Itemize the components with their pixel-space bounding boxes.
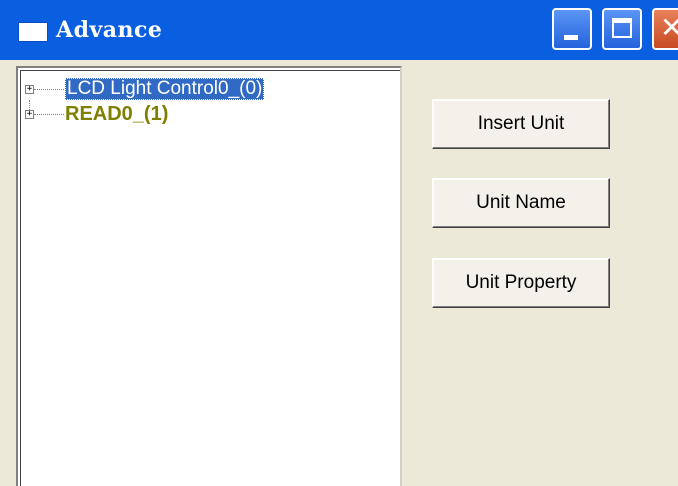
tree-connector xyxy=(34,114,64,115)
minimize-icon xyxy=(564,35,578,40)
tree-view-client: + LCD Light Control0_(0) + READ0_(1) xyxy=(20,70,400,486)
insert-unit-button[interactable]: Insert Unit xyxy=(432,99,610,149)
unit-name-button[interactable]: Unit Name xyxy=(432,178,610,228)
maximize-icon xyxy=(612,18,632,38)
expand-icon[interactable]: + xyxy=(25,110,34,119)
unit-tree-view[interactable]: + LCD Light Control0_(0) + READ0_(1) xyxy=(16,66,402,486)
expand-icon[interactable]: + xyxy=(25,85,34,94)
title-bar: Advance ✕ xyxy=(0,0,678,60)
window-title: Advance xyxy=(56,17,163,43)
minimize-button[interactable] xyxy=(552,8,592,50)
tree-connector xyxy=(34,89,64,90)
close-icon: ✕ xyxy=(660,11,678,44)
window-app-icon xyxy=(18,22,48,42)
unit-property-button[interactable]: Unit Property xyxy=(432,258,610,308)
close-button[interactable]: ✕ xyxy=(652,8,678,50)
tree-node-label-selected[interactable]: LCD Light Control0_(0) xyxy=(65,78,265,100)
tree-node-label[interactable]: READ0_(1) xyxy=(65,103,168,125)
maximize-button[interactable] xyxy=(602,8,642,50)
